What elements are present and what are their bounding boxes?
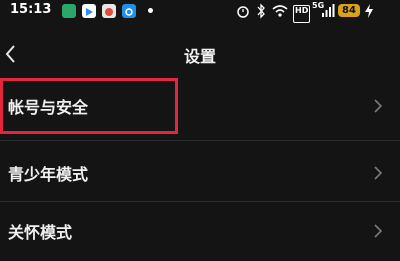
- settings-item-label: 关怀模式: [8, 223, 73, 242]
- browser-icon: [102, 4, 116, 18]
- chevron-right-icon: [374, 99, 383, 113]
- alarm-icon: [237, 6, 249, 18]
- page-title: 设置: [183, 47, 216, 66]
- status-bar: 15:13 HD 5G 84: [0, 0, 400, 24]
- settings-item-teen-mode[interactable]: 青少年模式: [0, 143, 400, 203]
- battery-indicator: 84: [338, 4, 360, 17]
- more-notifications-icon: [148, 8, 153, 13]
- divider: [0, 140, 400, 141]
- chevron-right-icon: [374, 224, 383, 238]
- highlight-box: [0, 78, 178, 134]
- chevron-right-icon: [374, 166, 383, 180]
- app-notification-icon: [62, 4, 76, 18]
- status-time: 15:13: [10, 2, 52, 17]
- charging-icon: [365, 4, 373, 18]
- settings-item-care-mode[interactable]: 关怀模式: [0, 201, 400, 261]
- wifi-icon: [272, 5, 288, 17]
- play-store-icon: [82, 4, 96, 18]
- bluetooth-icon: [257, 3, 265, 19]
- header: 设置: [0, 36, 400, 72]
- signal-icon: [322, 4, 335, 17]
- hd-badge: HD: [293, 5, 311, 23]
- settings-item-label: 青少年模式: [8, 165, 89, 184]
- app-icon: [122, 4, 136, 18]
